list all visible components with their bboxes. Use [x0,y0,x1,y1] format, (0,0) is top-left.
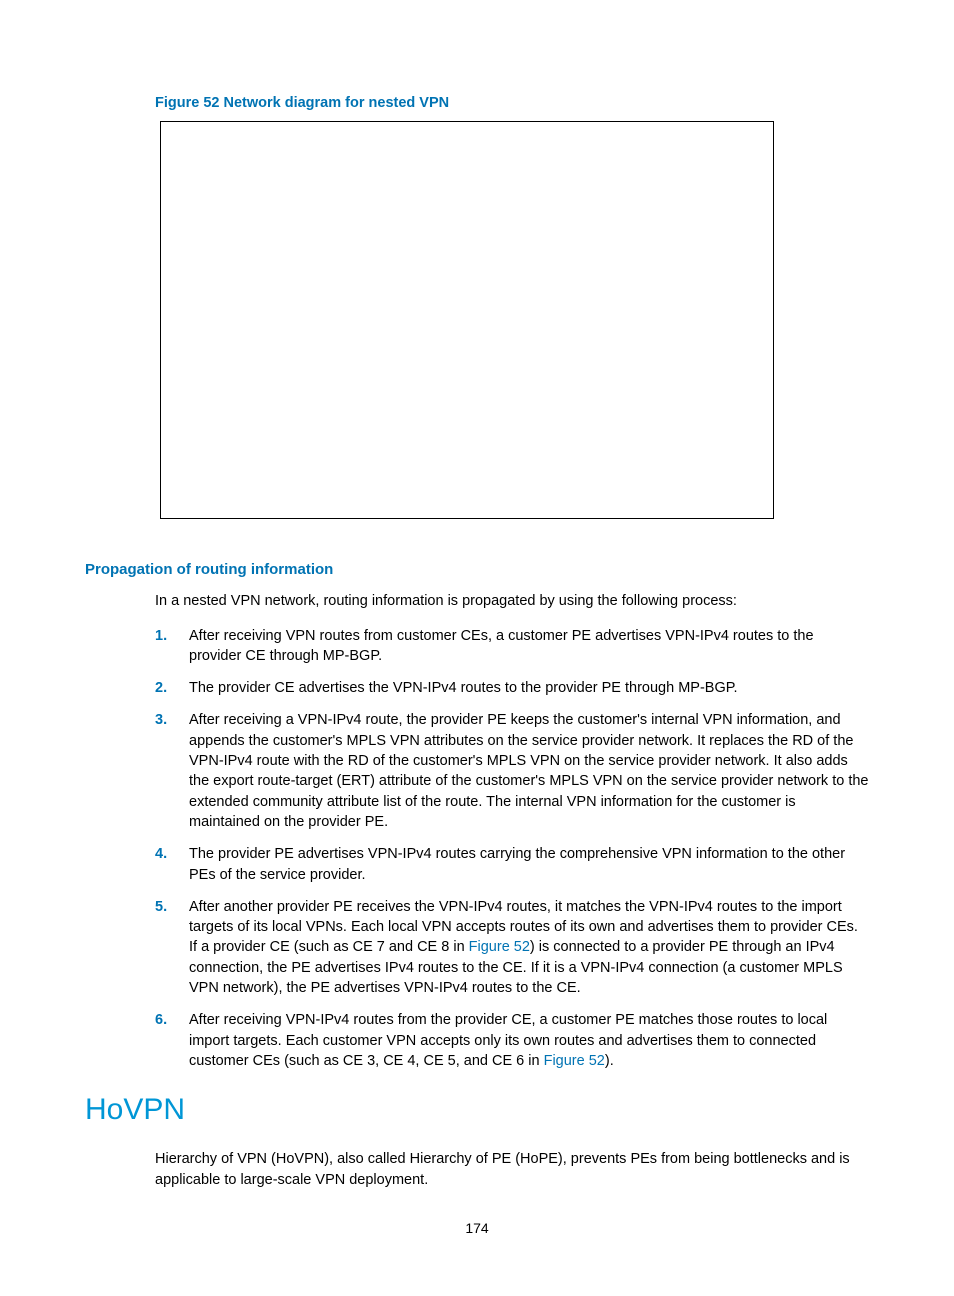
list-item: 5. After another provider PE receives th… [155,897,869,998]
list-item: 3. After receiving a VPN-IPv4 route, the… [155,710,869,832]
section-heading: HoVPN [85,1093,869,1127]
subsection-heading: Propagation of routing information [85,561,869,578]
list-item: 1. After receiving VPN routes from custo… [155,626,869,667]
list-content: After receiving a VPN-IPv4 route, the pr… [189,710,869,832]
list-number: 6. [155,1010,189,1071]
section-body: Hierarchy of VPN (HoVPN), also called Hi… [155,1149,869,1190]
list-item: 4. The provider PE advertises VPN-IPv4 r… [155,844,869,885]
list-number: 1. [155,626,189,667]
list-number: 3. [155,710,189,832]
figure-link[interactable]: Figure 52 [544,1053,605,1069]
figure-caption: Figure 52 Network diagram for nested VPN [155,95,869,111]
list-content: The provider PE advertises VPN-IPv4 rout… [189,844,869,885]
figure-link[interactable]: Figure 52 [469,939,530,955]
list-item: 6. After receiving VPN-IPv4 routes from … [155,1010,869,1071]
numbered-list: 1. After receiving VPN routes from custo… [155,626,869,1072]
text-pre: After receiving VPN-IPv4 routes from the… [189,1012,827,1069]
text-post: ). [605,1053,614,1069]
page-number: 174 [0,1220,954,1236]
list-content: After receiving VPN-IPv4 routes from the… [189,1010,869,1071]
list-content: The provider CE advertises the VPN-IPv4 … [189,678,869,698]
list-number: 4. [155,844,189,885]
list-number: 5. [155,897,189,998]
subsection-intro: In a nested VPN network, routing informa… [155,592,869,612]
list-number: 2. [155,678,189,698]
list-content: After another provider PE receives the V… [189,897,869,998]
list-content: After receiving VPN routes from customer… [189,626,869,667]
list-item: 2. The provider CE advertises the VPN-IP… [155,678,869,698]
figure-diagram-placeholder [160,121,774,519]
